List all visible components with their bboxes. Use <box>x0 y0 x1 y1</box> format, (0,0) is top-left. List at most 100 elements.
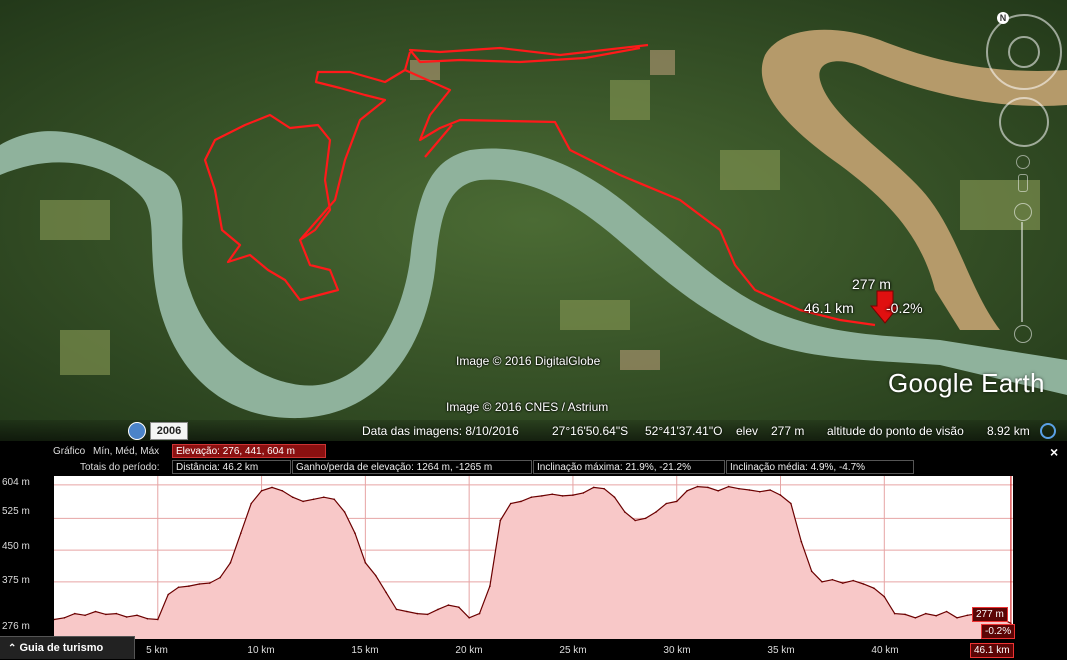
cursor-slope-flag: -0.2% <box>981 624 1016 639</box>
elevation-point <box>354 532 356 534</box>
elevation-point <box>665 502 668 505</box>
refresh-icon[interactable] <box>1040 423 1056 439</box>
map-view[interactable]: 277 m 46.1 km -0.2% Image © 2016 Digital… <box>0 0 1067 441</box>
elevation-point <box>644 517 647 520</box>
graph-options[interactable]: Mín, Méd, Máx <box>93 446 159 457</box>
elevation-point <box>727 485 730 488</box>
cursor-distance-flag: 46.1 km <box>970 643 1014 658</box>
elevation-point <box>260 490 263 492</box>
x-tick-label: 5 km <box>146 645 168 656</box>
x-tick-label: 20 km <box>455 645 483 656</box>
elevation-point <box>437 608 439 611</box>
look-joystick[interactable] <box>1008 36 1040 68</box>
elevation-point <box>115 612 118 615</box>
elevation-point <box>821 581 823 583</box>
elevation-point <box>509 502 512 505</box>
marker-distance: 46.1 km <box>804 300 854 316</box>
x-tick-label: 25 km <box>559 645 587 656</box>
elevation-point <box>707 486 709 489</box>
eye-altitude-readout: 8.92 km <box>987 424 1030 438</box>
elevation-point <box>271 486 273 489</box>
elevation-point <box>489 585 491 587</box>
elevation-point <box>862 583 865 585</box>
history-clock-icon[interactable] <box>128 422 146 440</box>
tour-guide-label: Guia de turismo <box>19 642 104 654</box>
elevation-point <box>125 616 128 618</box>
elevation-chart-svg <box>53 476 1013 639</box>
elevation-point <box>842 582 844 584</box>
pegman-icon[interactable] <box>1018 174 1028 192</box>
elevation-point <box>893 612 896 615</box>
elevation-point <box>395 608 398 611</box>
elevation-point <box>416 612 419 615</box>
elevation-point <box>613 496 616 498</box>
average-slope: Inclinação média: 4.9%, -4.7% <box>726 460 914 474</box>
x-tick-label: 40 km <box>871 645 899 656</box>
move-joystick[interactable] <box>999 97 1049 147</box>
elevation-point <box>572 494 574 496</box>
elevation-point <box>343 511 346 513</box>
x-tick-label: 35 km <box>767 645 795 656</box>
elevation-point <box>541 495 543 497</box>
tour-guide-button[interactable]: ⌃ Guia de turismo <box>0 636 135 659</box>
marker-slope: -0.2% <box>886 300 923 316</box>
elevation-point <box>281 490 284 492</box>
elevation-point <box>458 606 460 608</box>
elevation-point <box>157 618 159 621</box>
elevation-point <box>146 617 149 620</box>
elevation-point <box>769 489 771 491</box>
elevation-point <box>956 617 958 619</box>
elevation-point <box>800 540 803 543</box>
elevation-point <box>603 487 605 490</box>
elevation-point <box>624 511 626 513</box>
elevation-point <box>925 612 927 615</box>
elevation-label: elev <box>736 424 759 438</box>
elevation-point <box>873 587 875 589</box>
elevation-gain-loss: Ganho/perda de elevação: 1264 m, -1265 m <box>292 460 532 474</box>
x-tick-label: 15 km <box>351 645 379 656</box>
logo-earth: Earth <box>981 368 1045 398</box>
elevation-area <box>54 486 1011 639</box>
elevation-point <box>759 490 761 493</box>
elevation-point <box>240 532 242 534</box>
elevation-point <box>426 613 429 616</box>
elevation-point <box>74 612 76 615</box>
zoom-slider[interactable] <box>1021 222 1023 322</box>
elevation-point <box>779 494 782 496</box>
elevation-point <box>520 500 522 503</box>
elevation-point <box>686 490 688 492</box>
elevation-summary[interactable]: Elevação: 276, 441, 604 m <box>172 444 326 458</box>
north-icon[interactable]: N <box>997 12 1009 24</box>
elevation-point <box>810 570 813 573</box>
zoom-in-icon[interactable] <box>1014 203 1032 221</box>
zoom-out-icon[interactable] <box>1014 325 1032 343</box>
elevation-point <box>312 498 315 501</box>
elevation-point <box>208 582 211 584</box>
elevation-point <box>302 500 304 503</box>
elevation-point <box>634 519 636 522</box>
y-tick-label: 375 m <box>2 575 30 586</box>
elevation-point <box>883 595 886 598</box>
elevation-point <box>406 610 408 613</box>
imagery-credit-cnes: Image © 2016 CNES / Astrium <box>446 400 609 414</box>
elevation-point <box>738 487 740 490</box>
elevation-chart[interactable] <box>53 476 1013 639</box>
elevation-point <box>364 562 367 564</box>
elevation-point <box>447 604 450 606</box>
x-tick-label: 10 km <box>247 645 275 656</box>
elevation-point <box>63 617 66 619</box>
street-view-icon[interactable] <box>1016 155 1030 169</box>
elevation-point <box>468 617 471 619</box>
close-icon[interactable]: × <box>1050 444 1058 460</box>
elevation-point <box>198 583 201 585</box>
elevation-point <box>188 585 190 587</box>
elevation-point <box>655 511 657 513</box>
imagery-date: Data das imagens: 8/10/2016 <box>362 424 519 438</box>
history-year-badge[interactable]: 2006 <box>150 422 188 440</box>
elevation-point <box>333 498 336 501</box>
elevation-point <box>696 485 699 488</box>
elevation-point <box>748 489 751 491</box>
elevation-point <box>966 614 969 617</box>
y-tick-label: 276 m <box>2 621 30 632</box>
marker-elevation: 277 m <box>852 276 891 292</box>
